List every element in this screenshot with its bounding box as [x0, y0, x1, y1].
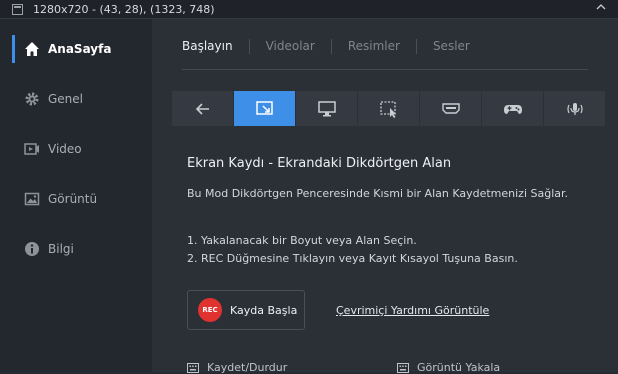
hdmi-icon — [441, 102, 460, 114]
back-arrow-icon — [195, 102, 209, 115]
start-recording-label: Kayda Başla — [230, 303, 298, 317]
instruction-step-1: 1. Yakalanacak bir Boyut veya Alan Seçin… — [187, 234, 417, 247]
sidebar-item-general[interactable]: Genel — [13, 85, 83, 113]
sidebar-item-info[interactable]: Bilgi — [13, 235, 74, 263]
sidebar: AnaSayfa Genel Video Görüntü Bilgi — [0, 19, 152, 372]
audio-icon — [566, 102, 583, 115]
rec-icon: REC — [198, 298, 222, 322]
online-help-link[interactable]: Çevrimiçi Yardımı Görüntüle — [336, 304, 489, 317]
keyboard-icon — [187, 362, 199, 373]
sidebar-item-home[interactable]: AnaSayfa — [12, 35, 112, 63]
mode-fullscreen[interactable] — [296, 91, 358, 126]
image-icon — [24, 192, 40, 206]
area-select-icon — [379, 100, 396, 118]
tab-bar: Başlayın Videolar Resimler Sesler — [182, 39, 502, 54]
gamepad-icon — [503, 104, 522, 114]
video-icon — [24, 143, 39, 155]
info-icon — [25, 242, 39, 256]
fullscreen-monitor-icon — [317, 100, 336, 116]
mode-hdmi[interactable] — [420, 91, 482, 126]
mode-area-select[interactable] — [358, 91, 420, 126]
active-indicator — [12, 35, 15, 63]
sidebar-item-label: Görüntü — [48, 192, 98, 206]
sidebar-item-label: Genel — [48, 92, 84, 106]
shortcut-label: Görüntü Yakala — [417, 361, 501, 374]
gear-icon — [25, 92, 39, 106]
sidebar-item-video[interactable]: Video — [13, 135, 82, 163]
sidebar-item-image[interactable]: Görüntü — [13, 185, 97, 213]
title-bar: 1280x720 - (43, 28), (1323, 748) — [0, 0, 618, 19]
shortcut-record-stop: Kaydet/Durdur — [187, 361, 287, 374]
keyboard-icon — [397, 362, 409, 373]
home-icon — [25, 42, 39, 56]
shortcut-capture-image: Görüntü Yakala — [397, 361, 500, 374]
mode-game[interactable] — [482, 91, 544, 126]
main-panel: Başlayın Videolar Resimler Sesler Ekran … — [152, 19, 618, 374]
mode-description: Bu Mod Dikdörtgen Penceresinde Kısmi bir… — [187, 187, 569, 200]
tab-get-started[interactable]: Başlayın — [182, 39, 250, 54]
tab-videos[interactable]: Videolar — [266, 39, 332, 54]
rectangle-region-icon — [255, 100, 273, 115]
sidebar-item-label: AnaSayfa — [48, 42, 112, 56]
mode-audio[interactable] — [544, 91, 606, 126]
mode-heading: Ekran Kaydı - Ekrandaki Dikdörtgen Alan — [187, 156, 452, 171]
sidebar-item-label: Bilgi — [48, 242, 74, 256]
sidebar-item-label: Video — [48, 142, 82, 156]
window-title: 1280x720 - (43, 28), (1323, 748) — [33, 2, 215, 16]
tab-sounds[interactable]: Sesler — [433, 39, 486, 54]
instruction-step-2: 2. REC Düğmesine Tıklayın veya Kayıt Kıs… — [187, 252, 518, 265]
tab-divider — [182, 69, 588, 70]
back-button[interactable] — [172, 91, 234, 126]
mode-rectangle-region[interactable] — [234, 91, 296, 126]
window-icon — [12, 3, 23, 15]
start-recording-button[interactable]: REC Kayda Başla — [187, 290, 305, 330]
tab-images[interactable]: Resimler — [348, 39, 417, 54]
chevron-up-icon[interactable] — [596, 2, 606, 12]
shortcut-label: Kaydet/Durdur — [207, 361, 288, 374]
mode-toolbar — [172, 91, 606, 126]
